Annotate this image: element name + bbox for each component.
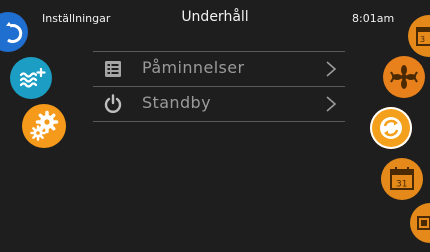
calendar-button[interactable]: 31 bbox=[381, 158, 423, 200]
partial-blue-button[interactable] bbox=[0, 12, 28, 52]
calendar-31-icon: 31 bbox=[390, 167, 414, 190]
divider bbox=[93, 121, 345, 122]
chevron-right-icon bbox=[326, 61, 337, 77]
cycle-icon bbox=[380, 117, 402, 139]
menu-item-label: Påminnelser bbox=[142, 58, 245, 77]
partial-orange-button[interactable] bbox=[410, 203, 430, 243]
svg-text:3: 3 bbox=[420, 35, 425, 44]
partial-orange-icon bbox=[417, 216, 430, 230]
water-heat-icon bbox=[19, 67, 46, 88]
menu-item-reminders[interactable]: Påminnelser bbox=[93, 52, 345, 86]
menu-item-standby[interactable]: Standby bbox=[93, 87, 345, 121]
calendar-partial-button[interactable]: 3 bbox=[408, 15, 430, 57]
power-icon bbox=[104, 94, 122, 113]
calendar-day-label: 31 bbox=[396, 180, 407, 190]
partial-blue-icon bbox=[6, 22, 23, 44]
settings-menu: Påminnelser Standby bbox=[93, 51, 345, 122]
fan-icon bbox=[390, 65, 418, 89]
settings-gears-icon bbox=[30, 110, 59, 141]
list-icon bbox=[105, 61, 121, 77]
clock: 8:01am bbox=[352, 12, 395, 25]
chevron-right-icon bbox=[326, 96, 337, 112]
fan-button[interactable] bbox=[383, 56, 425, 98]
settings-button[interactable] bbox=[22, 104, 66, 148]
water-heat-button[interactable] bbox=[10, 57, 52, 99]
calendar-partial-icon: 3 bbox=[416, 27, 430, 46]
menu-item-label: Standby bbox=[142, 93, 211, 112]
cycle-button[interactable] bbox=[370, 107, 412, 149]
header-bar: Inställningar Underhåll 8:01am bbox=[0, 0, 430, 40]
